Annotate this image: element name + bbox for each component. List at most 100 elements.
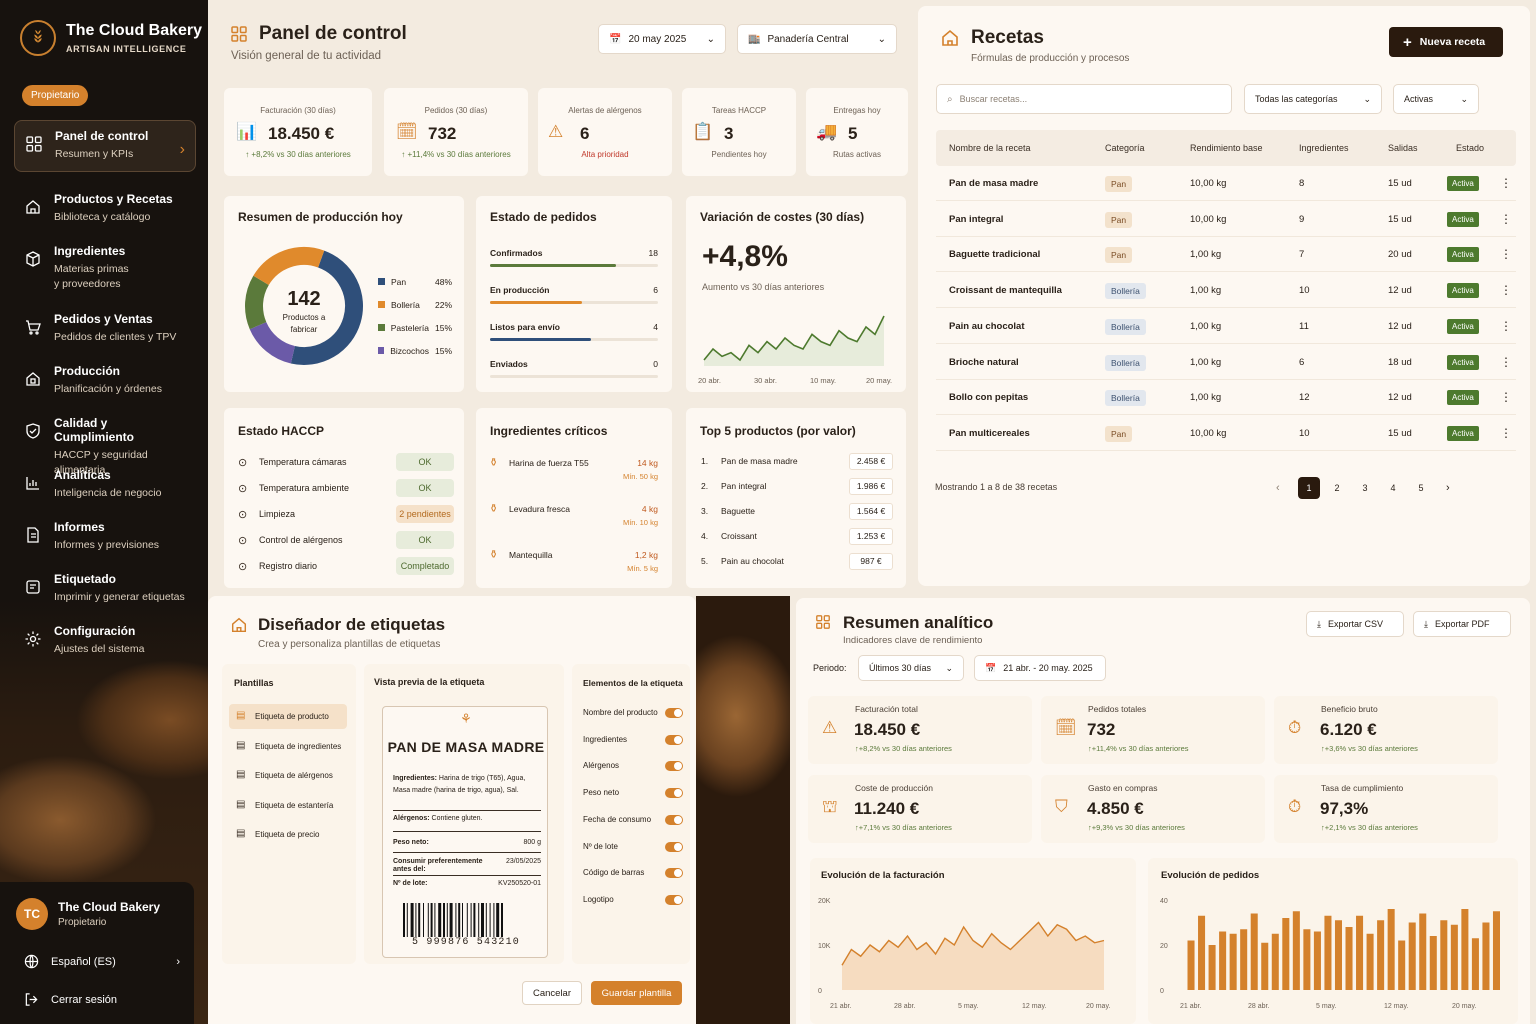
template-item[interactable]: ▤ Etiqueta de ingredientes (229, 734, 347, 759)
status-filter[interactable]: Activas ⌄ (1393, 84, 1479, 114)
avatar[interactable]: TC (16, 898, 48, 930)
period-label: Periodo: (813, 663, 847, 673)
element-toggle[interactable] (665, 841, 683, 852)
barcode-bar (478, 903, 480, 937)
recipe-ingredients: 10 (1299, 285, 1310, 297)
orders-title: Estado de pedidos (490, 210, 597, 224)
sidebar-item-informes[interactable]: Informes Informes y previsiones (14, 512, 196, 564)
order-status-count: 18 (648, 248, 658, 258)
more-options-icon[interactable]: ⋮ (1500, 283, 1512, 297)
top5-value: 2.458 € (849, 453, 893, 470)
page-4[interactable]: 4 (1382, 477, 1404, 499)
page-1[interactable]: 1 (1298, 477, 1320, 499)
production-total-label: Productos a fabricar (282, 313, 326, 334)
sidebar-item-title: Ingredientes (54, 244, 126, 258)
order-progress-track (490, 301, 658, 304)
template-item[interactable]: ▤ Etiqueta de producto (229, 704, 347, 729)
chevron-right-icon[interactable]: › (1446, 482, 1450, 494)
chevron-left-icon[interactable]: ‹ (1276, 482, 1280, 494)
chevron-down-icon: ⌄ (706, 33, 715, 45)
sidebar-item-producci-n[interactable]: Producción Planificación y órdenes (14, 356, 196, 408)
element-toggle[interactable] (665, 788, 683, 799)
lot-key: Nº de lote: (393, 880, 428, 887)
save-template-button[interactable]: Guardar plantilla (591, 981, 682, 1005)
logout-label: Cerrar sesión (51, 993, 118, 1006)
barcode-bar (446, 903, 448, 937)
revenue-chart-title: Evolución de la facturación (821, 870, 945, 881)
element-toggle[interactable] (665, 708, 683, 718)
logout-button[interactable]: Cerrar sesión (24, 992, 180, 1007)
language-selector[interactable]: Español (ES) › (24, 954, 180, 969)
page-2[interactable]: 2 (1326, 477, 1348, 499)
element-toggle[interactable] (665, 814, 683, 825)
recipe-search-input[interactable]: ⌕ Buscar recetas... (936, 84, 1232, 114)
allergen-icon: ⊙ (238, 534, 248, 547)
sidebar-item-productos-y-recetas[interactable]: Productos y Recetas Biblioteca y catálogo (14, 184, 196, 236)
element-toggle[interactable] (665, 734, 683, 745)
sidebar-item-etiquetado[interactable]: Etiquetado Imprimir y generar etiquetas (14, 564, 196, 616)
page-5[interactable]: 5 (1410, 477, 1432, 499)
analytics-kpi-delta: ↑+9,3% vs 30 días anteriores (1088, 823, 1185, 832)
label-designer-subtitle: Crea y personaliza plantillas de etiquet… (258, 639, 441, 650)
barcode-bar (481, 903, 484, 937)
more-options-icon[interactable]: ⋮ (1500, 319, 1512, 333)
export-csv-button[interactable]: ⤓ Exportar CSV (1306, 611, 1404, 637)
cancel-button[interactable]: Cancelar (522, 981, 582, 1005)
orders-bar (1208, 945, 1216, 990)
label-designer-title: Diseñador de etiquetas (258, 615, 446, 634)
element-toggle[interactable] (665, 894, 683, 905)
analytics-kpi-delta: ↑+3,6% vs 30 días anteriores (1321, 744, 1418, 753)
status-badge: Activa (1447, 247, 1479, 263)
template-item[interactable]: ▤ Etiqueta de alérgenos (229, 763, 347, 788)
kpi-delta: ↑ +11,4% vs 30 días anteriores (401, 150, 511, 159)
more-options-icon[interactable]: ⋮ (1500, 426, 1512, 440)
period-select[interactable]: Últimos 30 días ⌄ (858, 655, 964, 681)
sidebar-item-subtitle: Imprimir y generar etiquetas (54, 591, 185, 603)
analytics-kpi-label: Tasa de cumplimiento (1321, 783, 1404, 793)
category-filter[interactable]: Todas las categorías ⌄ (1244, 84, 1382, 114)
sidebar-item-pedidos-y-ventas[interactable]: Pedidos y Ventas Pedidos de clientes y TP… (14, 304, 196, 356)
template-item[interactable]: ▤ Etiqueta de precio (229, 822, 347, 847)
category-tag: Bollería (1105, 390, 1146, 407)
log-icon: ⊙ (238, 560, 248, 573)
store-selector[interactable]: 🏬 Panadería Central ⌄ (737, 24, 897, 54)
range-picker[interactable]: 📅 21 abr. - 20 may. 2025 (974, 655, 1106, 681)
critical-title: Ingredientes críticos (490, 424, 608, 438)
x-tick-label: 12 may. (1022, 1003, 1046, 1010)
cancel-label: Cancelar (532, 987, 572, 999)
template-label: Etiqueta de producto (255, 712, 329, 721)
sidebar-item-ingredientes[interactable]: Ingredientes Materias primas y proveedores (14, 236, 196, 290)
sidebar-item-anal-ticas[interactable]: Analíticas Inteligencia de negocio (14, 460, 196, 512)
revenue-area (842, 922, 1104, 990)
element-toggle[interactable] (665, 868, 683, 879)
analytics-kpi-card: ⛉ Gasto en compras 4.850 € ↑+9,3% vs 30 día… (1041, 775, 1265, 843)
more-options-icon[interactable]: ⋮ (1500, 247, 1512, 261)
x-tick-label: 5 may. (958, 1003, 979, 1010)
template-label: Etiqueta de alérgenos (255, 771, 333, 780)
wheat-icon: ⚘ (460, 711, 472, 726)
more-options-icon[interactable]: ⋮ (1500, 176, 1512, 190)
barcode-bar (489, 903, 491, 937)
date-picker[interactable]: 📅 20 may 2025 ⌄ (598, 24, 726, 54)
new-recipe-button[interactable]: + Nueva receta (1389, 27, 1503, 57)
sidebar-item-calidad-y-cumplimiento[interactable]: Calidad y Cumplimiento HACCP y seguridad … (14, 408, 196, 476)
order-progress-track (490, 375, 658, 378)
warning-icon: ⚠ (548, 122, 564, 141)
more-options-icon[interactable]: ⋮ (1500, 212, 1512, 226)
element-toggle[interactable] (665, 761, 683, 772)
sidebar-item-subtitle: Ajustes del sistema (54, 643, 145, 655)
page-3[interactable]: 3 (1354, 477, 1376, 499)
table-row[interactable] (936, 345, 1516, 380)
cube-icon (26, 251, 40, 267)
more-options-icon[interactable]: ⋮ (1500, 355, 1512, 369)
more-options-icon[interactable]: ⋮ (1500, 390, 1512, 404)
sidebar-item-configuraci-n[interactable]: Configuración Ajustes del sistema (14, 616, 196, 668)
sidebar-item-panel-de-control[interactable]: Panel de control Resumen y KPIs › (14, 120, 196, 172)
barcode-bar (466, 903, 468, 937)
kpi-label: Facturación (30 días) (260, 106, 336, 115)
recipe-outputs: 15 ud (1388, 427, 1412, 439)
orders-bar (1377, 920, 1385, 990)
template-item[interactable]: ▤ Etiqueta de estantería (229, 793, 347, 818)
export-pdf-button[interactable]: ⤓ Exportar PDF (1413, 611, 1511, 637)
status-badge: Activa (1447, 318, 1479, 334)
